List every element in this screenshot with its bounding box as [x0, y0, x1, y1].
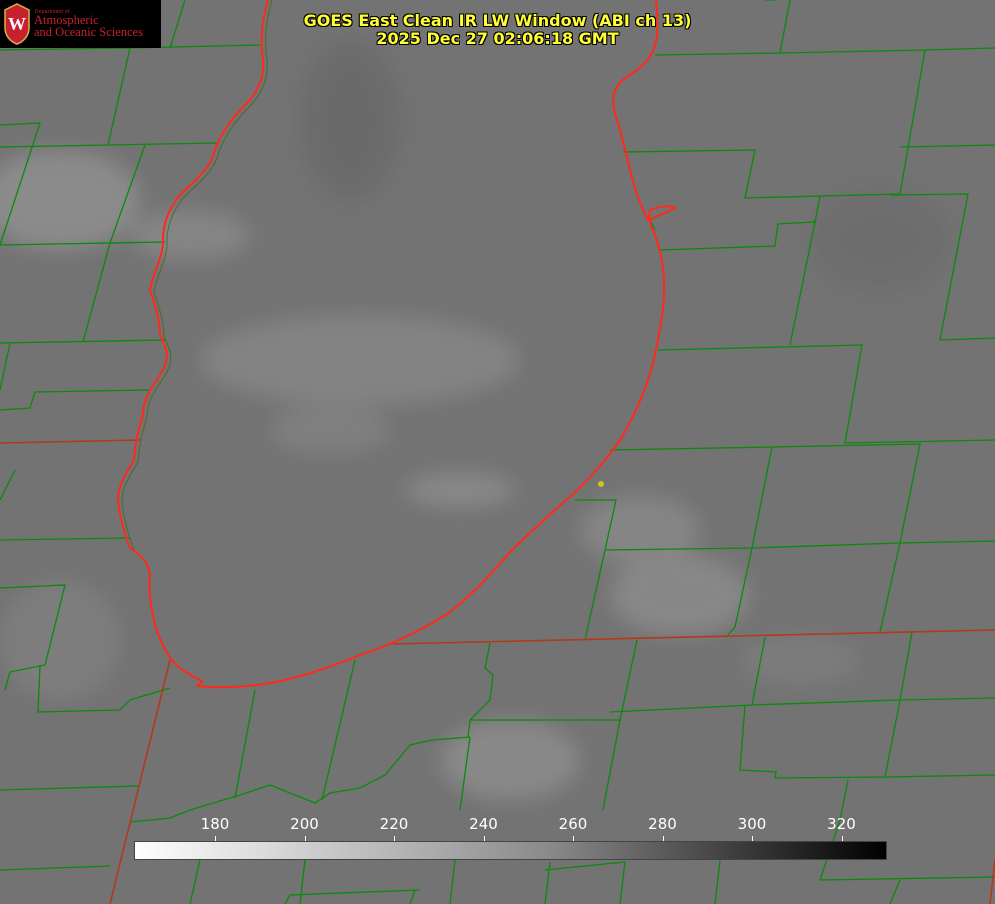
colorbar-tick-label: 180: [200, 815, 230, 833]
colorbar-tick-label: 220: [379, 815, 409, 833]
colorbar-tick: [752, 836, 753, 841]
colorbar-tick-label: 240: [469, 815, 498, 833]
svg-text:W: W: [8, 14, 26, 34]
colorbar-tick: [573, 836, 574, 841]
aos-logo[interactable]: W Department of Atmospheric and Oceanic …: [0, 0, 161, 48]
colorbar-tick: [662, 836, 664, 841]
colorbar-tick-label: 200: [290, 815, 319, 833]
colorbar-tick: [215, 836, 216, 841]
colorbar-tick: [483, 836, 485, 841]
uw-crest-icon: W: [4, 3, 30, 45]
logo-oceanic-sciences: and Oceanic Sciences: [34, 25, 143, 39]
colorbar-tick-label: 280: [648, 815, 677, 833]
colorbar-tick: [304, 836, 306, 841]
colorbar-tick-label: 320: [827, 815, 856, 833]
colorbar-gradient: [134, 841, 887, 860]
colorbar-tick: [394, 836, 395, 841]
colorbar-tick: [841, 836, 843, 841]
location-marker: [598, 481, 604, 487]
colorbar-tick-label: 260: [558, 815, 588, 833]
colorbar-tick-label: 300: [737, 815, 767, 833]
satellite-map: [0, 0, 995, 904]
